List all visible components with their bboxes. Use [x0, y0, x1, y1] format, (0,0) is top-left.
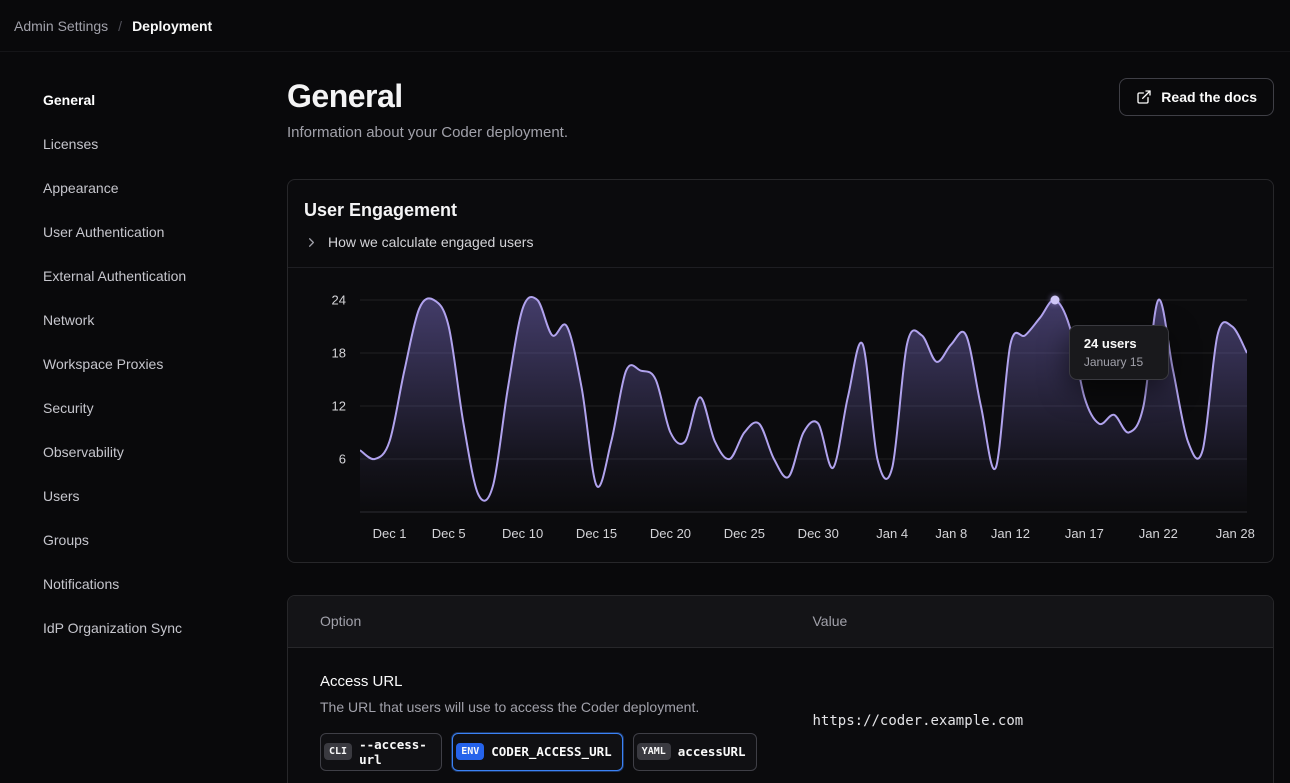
table-row-access-url: Access URL The URL that users will use t…	[288, 648, 1273, 783]
sidebar-item-general[interactable]: General	[0, 78, 287, 122]
tooltip-date: January 15	[1084, 355, 1154, 369]
page-subtitle: Information about your Coder deployment.	[287, 124, 568, 141]
x-tick-label: Jan 28	[1216, 526, 1255, 541]
x-tick-label: Dec 15	[576, 526, 617, 541]
badge-kind-label: CLI	[324, 743, 352, 760]
sidebar-item-external-authentication[interactable]: External Authentication	[0, 254, 287, 298]
sidebar-item-licenses[interactable]: Licenses	[0, 122, 287, 166]
sidebar-item-observability[interactable]: Observability	[0, 430, 287, 474]
sidebar-item-security[interactable]: Security	[0, 386, 287, 430]
main-content: General Information about your Coder dep…	[287, 52, 1290, 783]
badge-cli[interactable]: CLI --access-url	[320, 733, 442, 771]
read-docs-label: Read the docs	[1161, 89, 1257, 105]
sidebar-item-user-authentication[interactable]: User Authentication	[0, 210, 287, 254]
options-table-header: Option Value	[288, 596, 1273, 648]
chart-tooltip: 24 users January 15	[1069, 325, 1169, 380]
highlight-dot	[1050, 295, 1059, 304]
user-engagement-card: User Engagement How we calculate engaged…	[287, 179, 1274, 563]
engagement-collapse-label: How we calculate engaged users	[328, 234, 533, 250]
x-tick-label: Dec 5	[432, 526, 466, 541]
y-tick-label: 24	[332, 292, 346, 307]
option-name: Access URL	[320, 673, 757, 690]
read-docs-button[interactable]: Read the docs	[1119, 78, 1274, 116]
engagement-title: User Engagement	[304, 200, 1257, 221]
x-tick-label: Dec 1	[373, 526, 407, 541]
x-tick-label: Dec 25	[724, 526, 765, 541]
x-tick-label: Jan 12	[991, 526, 1030, 541]
options-table: Option Value Access URL The URL that use…	[287, 595, 1274, 783]
x-axis: Dec 1 Dec 5 Dec 10 Dec 15 Dec 20 Dec 25 Dec 30…	[360, 526, 1247, 548]
y-axis: 24 18 12 6	[304, 284, 360, 516]
badge-code: CODER_ACCESS_URL	[491, 744, 611, 759]
app-root: Admin Settings / Deployment GeneralLicen…	[0, 0, 1290, 783]
option-description: The URL that users will use to access th…	[320, 699, 757, 715]
badge-kind-label: YAML	[637, 743, 671, 760]
y-tick-label: 18	[332, 345, 346, 360]
breadcrumb-admin-settings[interactable]: Admin Settings	[14, 18, 108, 34]
badge-code: accessURL	[678, 744, 746, 759]
breadcrumb: Admin Settings / Deployment	[0, 0, 1290, 52]
x-tick-label: Dec 20	[650, 526, 691, 541]
sidebar-item-workspace-proxies[interactable]: Workspace Proxies	[0, 342, 287, 386]
x-tick-label: Dec 30	[798, 526, 839, 541]
sidebar-item-groups[interactable]: Groups	[0, 518, 287, 562]
breadcrumb-current: Deployment	[132, 18, 212, 34]
x-tick-label: Jan 4	[876, 526, 908, 541]
sidebar-item-users[interactable]: Users	[0, 474, 287, 518]
page-header: General Information about your Coder dep…	[287, 78, 1274, 141]
engagement-plot[interactable]: 24 users January 15	[360, 284, 1247, 516]
badge-env[interactable]: ENV CODER_ACCESS_URL	[452, 733, 622, 771]
y-tick-label: 12	[332, 398, 346, 413]
sidebar-item-appearance[interactable]: Appearance	[0, 166, 287, 210]
x-tick-label: Jan 17	[1065, 526, 1104, 541]
x-tick-label: Dec 10	[502, 526, 543, 541]
sidebar-item-network[interactable]: Network	[0, 298, 287, 342]
sidebar-item-idp-organization-sync[interactable]: IdP Organization Sync	[0, 606, 287, 650]
sidebar-item-notifications[interactable]: Notifications	[0, 562, 287, 606]
settings-sidebar: GeneralLicensesAppearanceUser Authentica…	[0, 52, 287, 783]
x-tick-label: Jan 22	[1139, 526, 1178, 541]
option-value: https://coder.example.com	[813, 713, 1024, 729]
external-link-icon	[1136, 89, 1152, 105]
page-title: General	[287, 78, 568, 115]
option-badges: CLI --access-url ENV CODER_ACCESS_URL YAML ac…	[320, 733, 757, 771]
engagement-chart: 2418126 24 users January 15 Dec 1Dec 5De…	[288, 268, 1273, 562]
badge-code: --access-url	[359, 737, 431, 767]
y-tick-label: 6	[339, 451, 346, 466]
x-tick-label: Jan 8	[935, 526, 967, 541]
engagement-card-header: User Engagement How we calculate engaged…	[288, 180, 1273, 268]
engagement-collapse-toggle[interactable]: How we calculate engaged users	[304, 234, 533, 250]
chevron-right-icon	[304, 235, 319, 250]
column-header-option: Option	[288, 613, 781, 629]
breadcrumb-separator: /	[118, 18, 122, 34]
column-header-value: Value	[781, 613, 1274, 629]
badge-yaml[interactable]: YAML accessURL	[633, 733, 757, 771]
tooltip-value: 24 users	[1084, 336, 1154, 351]
badge-kind-label: ENV	[456, 743, 484, 760]
